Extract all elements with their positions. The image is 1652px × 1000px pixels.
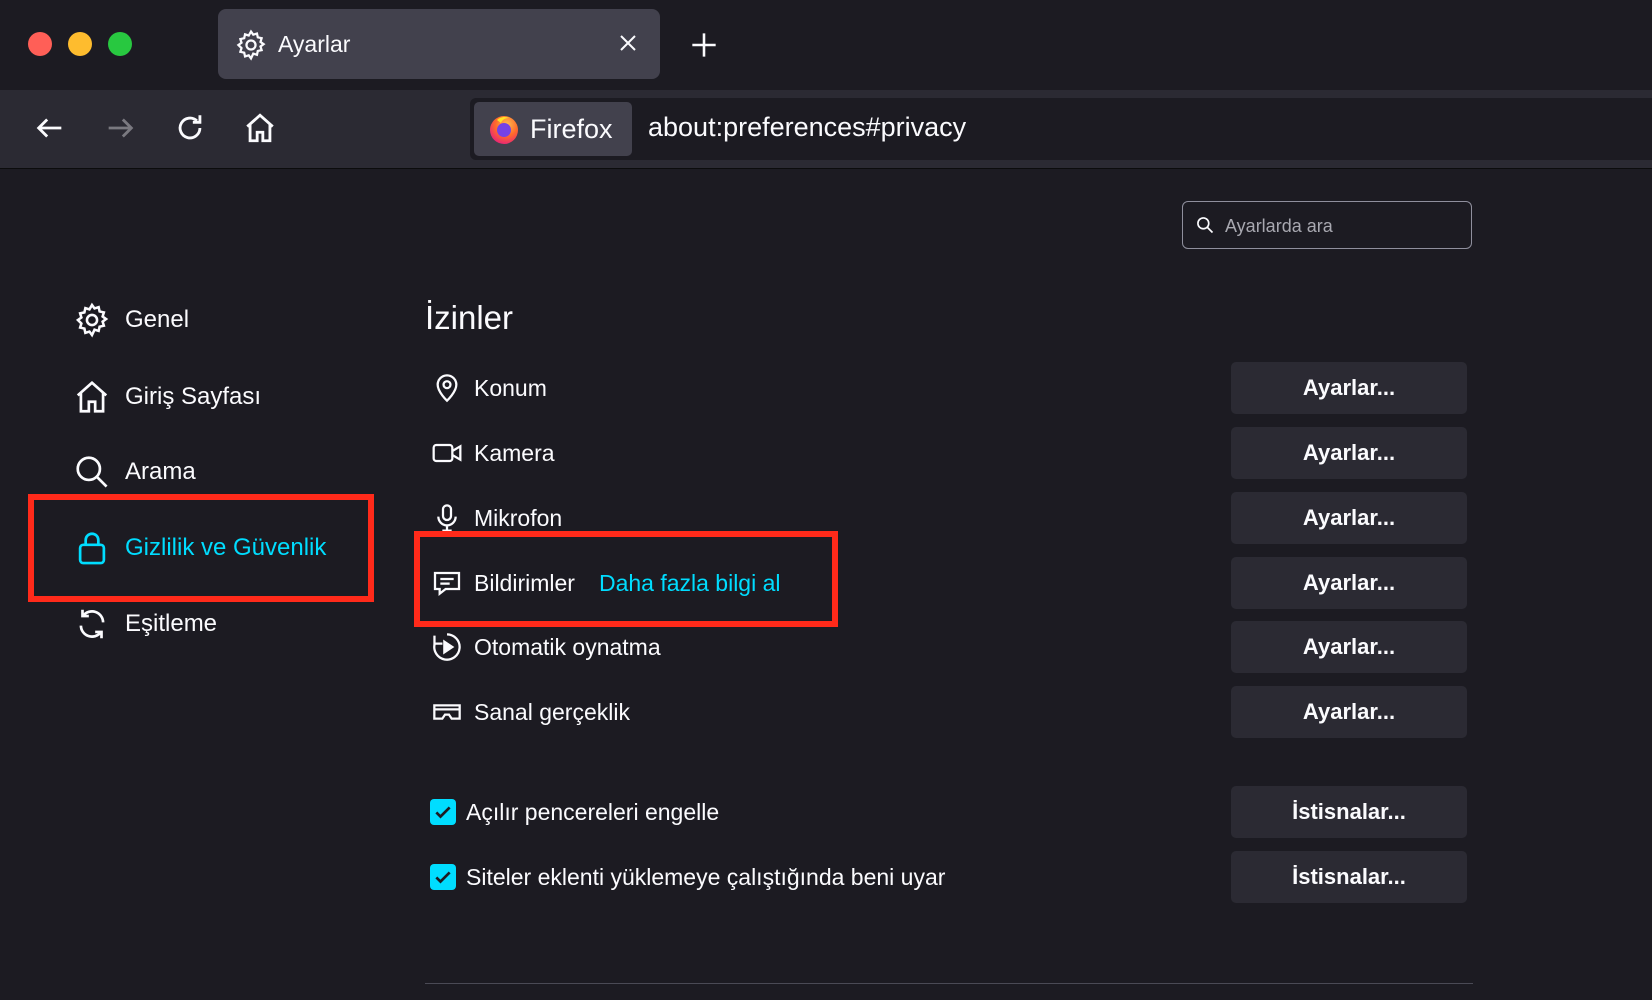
microphone-icon [430,501,464,535]
section-title-permissions: İzinler [425,299,514,336]
tab-title: Ayarlar [278,31,351,57]
close-window-button[interactable] [28,32,52,56]
addon-warning-checkbox[interactable] [430,864,456,890]
forward-button[interactable] [98,106,142,150]
checkmark-icon [435,871,451,884]
home-icon [72,377,112,417]
minimize-window-button[interactable] [68,32,92,56]
camera-settings-button[interactable]: Ayarlar... [1231,427,1467,479]
permission-label: Sanal gerçeklik [474,698,630,725]
permission-label: Otomatik oynatma [474,633,661,660]
camera-icon [430,436,464,470]
checkbox-row-addon-warning: Siteler eklenti yüklemeye çalıştığında b… [430,855,945,899]
permission-row-vr: Sanal gerçeklik [430,690,630,734]
location-icon [430,371,464,405]
sidebar-item-search[interactable]: Arama [72,450,196,494]
microphone-settings-button[interactable]: Ayarlar... [1231,492,1467,544]
highlight-box-sidebar [28,494,374,602]
autoplay-settings-button[interactable]: Ayarlar... [1231,621,1467,673]
location-settings-button[interactable]: Ayarlar... [1231,362,1467,414]
title-bar: Ayarlar [0,0,1652,90]
settings-search-input[interactable] [1223,210,1467,242]
tab-settings[interactable]: Ayarlar [218,9,660,79]
reload-button[interactable] [168,106,212,150]
back-button[interactable] [28,106,72,150]
navigation-toolbar: Firefox about:preferences#privacy [0,90,1652,169]
sidebar-item-label: Eşitleme [125,610,218,637]
permission-label: Mikrofon [474,504,563,531]
settings-search[interactable] [1182,201,1472,249]
checkbox-label[interactable]: Siteler eklenti yüklemeye çalıştığında b… [466,864,945,891]
reload-icon [178,115,202,140]
vr-settings-button[interactable]: Ayarlar... [1231,686,1467,738]
back-arrow-icon [36,118,62,138]
sidebar-item-sync[interactable]: Eşitleme [72,602,217,646]
permission-label: Konum [474,374,547,401]
popup-exceptions-button[interactable]: İstisnalar... [1231,786,1467,838]
zoom-window-button[interactable] [108,32,132,56]
vr-icon [430,695,464,729]
home-icon [246,113,274,143]
permission-row-location: Konum [430,366,547,410]
forward-arrow-icon [108,118,134,138]
sync-icon [72,604,112,644]
addon-exceptions-button[interactable]: İstisnalar... [1231,851,1467,903]
url-text[interactable]: about:preferences#privacy [648,112,966,143]
new-tab-icon[interactable] [690,31,718,59]
checkbox-label[interactable]: Açılır pencereleri engelle [466,799,719,826]
identity-box[interactable]: Firefox [474,102,632,156]
search-icon [1197,217,1214,234]
section-divider [425,983,1473,984]
close-icon[interactable] [616,31,640,55]
sidebar-item-general[interactable]: Genel [72,298,189,342]
identity-label: Firefox [530,113,613,144]
autoplay-icon [430,630,464,664]
checkmark-icon [435,806,451,819]
preferences-page: Genel Giriş Sayfası Arama Gizlilik ve Gü… [0,169,1652,1000]
permission-label: Kamera [474,439,555,466]
sidebar-item-label: Genel [125,306,190,333]
gear-icon [236,29,266,61]
home-button[interactable] [238,106,282,150]
sidebar-item-home[interactable]: Giriş Sayfası [72,375,261,419]
permission-row-autoplay: Otomatik oynatma [430,625,661,669]
search-icon [72,452,112,492]
firefox-logo-icon [490,116,518,144]
sidebar-item-label: Arama [125,458,196,485]
checkbox-row-block-popups: Açılır pencereleri engelle [430,790,719,834]
permission-row-camera: Kamera [430,431,555,475]
sidebar-item-label: Giriş Sayfası [125,383,262,410]
notifications-settings-button[interactable]: Ayarlar... [1231,557,1467,609]
gear-icon [72,300,112,340]
block-popups-checkbox[interactable] [430,799,456,825]
highlight-box-notifications [414,531,838,627]
url-bar[interactable]: Firefox about:preferences#privacy [470,98,1652,160]
